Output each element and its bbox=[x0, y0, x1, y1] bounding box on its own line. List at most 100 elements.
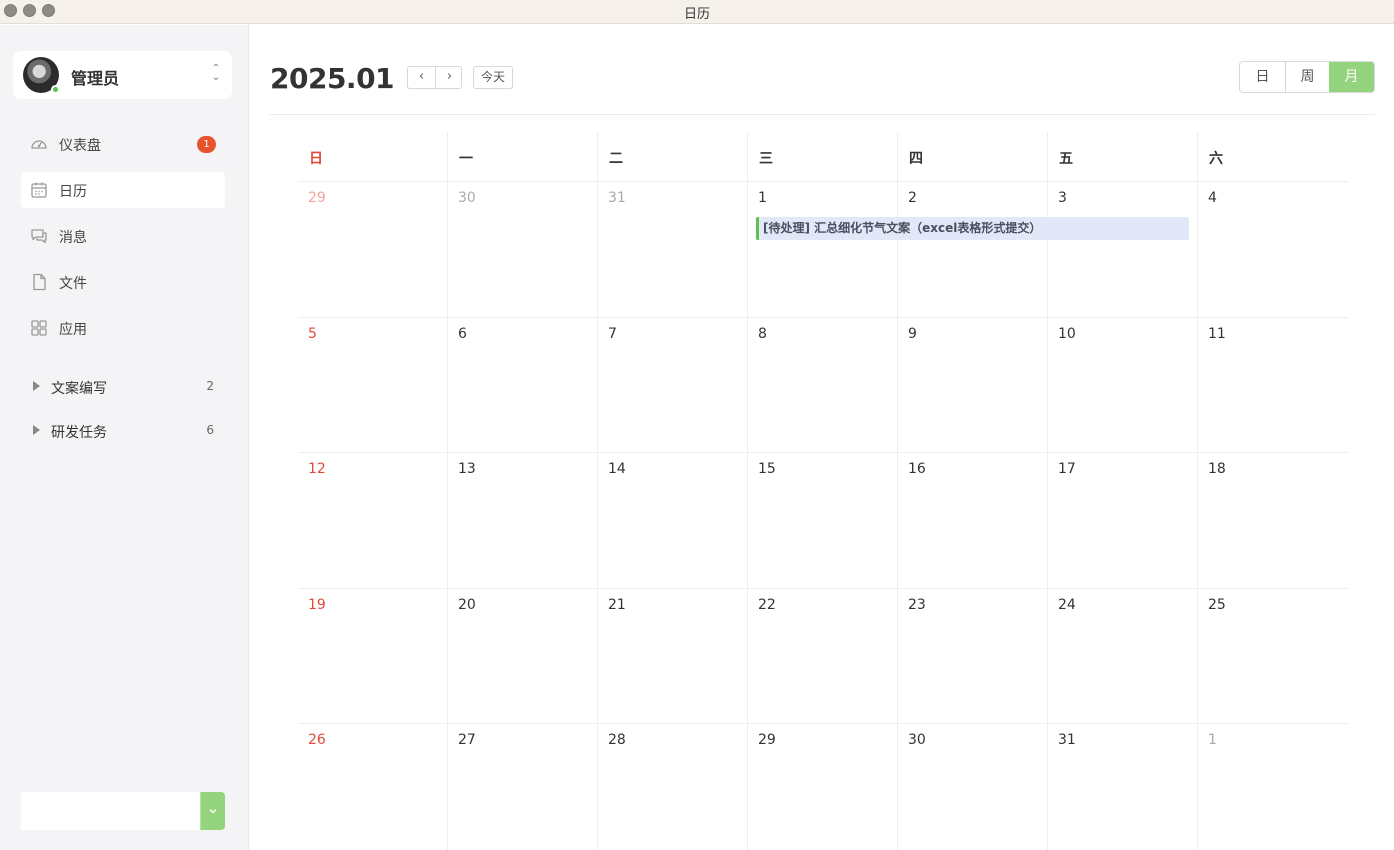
project-count: 6 bbox=[206, 423, 214, 437]
day-cell-number[interactable]: 24 bbox=[1058, 597, 1076, 613]
view-month-button[interactable]: 月 bbox=[1329, 62, 1374, 92]
day-cell-number[interactable]: 5 bbox=[308, 326, 317, 342]
title-bar: 日历 bbox=[0, 0, 1394, 24]
day-cell-number[interactable]: 26 bbox=[308, 732, 326, 748]
day-cell-number[interactable]: 28 bbox=[608, 732, 626, 748]
online-status-dot bbox=[51, 85, 60, 94]
weekday-header: 一 bbox=[459, 151, 473, 167]
chevron-down-icon bbox=[209, 809, 217, 814]
file-icon bbox=[33, 273, 46, 291]
chat-icon bbox=[31, 229, 47, 244]
sidebar-item-label: 文件 bbox=[59, 276, 87, 292]
grid-line bbox=[747, 132, 748, 850]
user-name: 管理员 bbox=[71, 69, 120, 88]
weekday-header: 四 bbox=[909, 151, 923, 167]
grid-line bbox=[298, 452, 1348, 453]
sidebar-item-messages[interactable]: 消息 bbox=[21, 218, 225, 254]
day-cell-number[interactable]: 30 bbox=[908, 732, 926, 748]
project-item[interactable]: 研发任务 6 bbox=[21, 415, 225, 447]
weekday-header: 五 bbox=[1059, 151, 1073, 167]
caret-right-icon[interactable] bbox=[33, 381, 40, 391]
calendar-main: 2025.01 ‹ › 今天 日 周 月 日 一 二 三 四 五 六 29 30 3… bbox=[250, 25, 1394, 850]
sidebar-item-label: 日历 bbox=[59, 184, 87, 200]
day-cell-number[interactable]: 29 bbox=[308, 190, 326, 206]
user-switcher[interactable]: 管理员 ⌃ ⌄ bbox=[13, 51, 232, 99]
view-week-button[interactable]: 周 bbox=[1285, 62, 1330, 92]
day-cell-number[interactable]: 17 bbox=[1058, 461, 1076, 477]
avatar bbox=[23, 57, 60, 94]
grid-line bbox=[1197, 132, 1198, 850]
day-cell-number[interactable]: 22 bbox=[758, 597, 776, 613]
view-switcher: 日 周 月 bbox=[1239, 61, 1375, 93]
day-cell-number[interactable]: 29 bbox=[758, 732, 776, 748]
day-cell-number[interactable]: 7 bbox=[608, 326, 617, 342]
sidebar: 管理员 ⌃ ⌄ 仪表盘 1 日历 消息 文件 应用 文案编写 2 研发任务 6 ＋… bbox=[0, 25, 249, 850]
day-cell-number[interactable]: 23 bbox=[908, 597, 926, 613]
day-cell-number[interactable]: 1 bbox=[758, 190, 767, 206]
day-cell-number[interactable]: 11 bbox=[1208, 326, 1226, 342]
sidebar-item-apps[interactable]: 应用 bbox=[21, 310, 225, 346]
grid-line bbox=[447, 132, 448, 850]
new-project-button[interactable]: ＋ 新建项目 bbox=[21, 792, 200, 830]
dashboard-icon bbox=[31, 140, 47, 149]
month-nav: ‹ › bbox=[407, 66, 462, 89]
day-cell-number[interactable]: 9 bbox=[908, 326, 917, 342]
project-item[interactable]: 文案编写 2 bbox=[21, 371, 225, 403]
month-grid: 日 一 二 三 四 五 六 29 30 31 1 2 3 4 5 6 7 8 9 10 11 12 13 14 1… bbox=[298, 132, 1348, 850]
apps-icon bbox=[31, 320, 47, 336]
day-cell-number[interactable]: 12 bbox=[308, 461, 326, 477]
project-label: 研发任务 bbox=[51, 425, 107, 441]
weekday-header: 二 bbox=[609, 151, 623, 167]
day-cell-number[interactable]: 15 bbox=[758, 461, 776, 477]
day-cell-number[interactable]: 31 bbox=[608, 190, 626, 206]
sidebar-item-calendar[interactable]: 日历 bbox=[21, 172, 225, 208]
day-cell-number[interactable]: 27 bbox=[458, 732, 476, 748]
project-label: 文案编写 bbox=[51, 381, 107, 397]
weekday-header: 六 bbox=[1209, 151, 1223, 167]
day-cell-number[interactable]: 19 bbox=[308, 597, 326, 613]
prev-month-button[interactable]: ‹ bbox=[408, 67, 435, 88]
day-cell-number[interactable]: 18 bbox=[1208, 461, 1226, 477]
day-cell-number[interactable]: 31 bbox=[1058, 732, 1076, 748]
day-cell-number[interactable]: 25 bbox=[1208, 597, 1226, 613]
sidebar-item-label: 消息 bbox=[59, 230, 87, 246]
new-project-dropdown-button[interactable] bbox=[201, 792, 225, 830]
weekday-header: 日 bbox=[309, 151, 323, 167]
weekday-header: 三 bbox=[759, 151, 773, 167]
next-month-button[interactable]: › bbox=[436, 67, 463, 88]
caret-right-icon[interactable] bbox=[33, 425, 40, 435]
grid-line bbox=[298, 181, 1348, 182]
day-cell-number[interactable]: 13 bbox=[458, 461, 476, 477]
day-cell-number[interactable]: 8 bbox=[758, 326, 767, 342]
header-divider bbox=[270, 114, 1375, 115]
day-cell-number[interactable]: 14 bbox=[608, 461, 626, 477]
notification-badge: 1 bbox=[197, 136, 216, 153]
day-cell-number[interactable]: 6 bbox=[458, 326, 467, 342]
calendar-event[interactable]: [待处理] 汇总细化节气文案（excel表格形式提交） bbox=[756, 217, 1189, 240]
sidebar-item-label: 仪表盘 bbox=[59, 138, 101, 154]
new-project-button-group: ＋ 新建项目 bbox=[21, 792, 225, 830]
day-cell-number[interactable]: 3 bbox=[1058, 190, 1067, 206]
today-button[interactable]: 今天 bbox=[473, 66, 513, 89]
day-cell-number[interactable]: 4 bbox=[1208, 190, 1217, 206]
day-cell-number[interactable]: 1 bbox=[1208, 732, 1217, 748]
day-cell-number[interactable]: 21 bbox=[608, 597, 626, 613]
grid-line bbox=[597, 132, 598, 850]
window-title: 日历 bbox=[683, 7, 710, 22]
project-count: 2 bbox=[206, 379, 214, 393]
day-cell-number[interactable]: 16 bbox=[908, 461, 926, 477]
day-cell-number[interactable]: 2 bbox=[908, 190, 917, 206]
sidebar-item-label: 应用 bbox=[59, 322, 87, 338]
day-cell-number[interactable]: 10 bbox=[1058, 326, 1076, 342]
view-day-button[interactable]: 日 bbox=[1240, 62, 1285, 92]
calendar-icon bbox=[31, 182, 47, 198]
grid-line bbox=[298, 587, 1348, 589]
grid-line bbox=[298, 723, 1348, 724]
page-title: 2025.01 bbox=[270, 62, 395, 95]
day-cell-number[interactable]: 20 bbox=[458, 597, 476, 613]
sidebar-item-dashboard[interactable]: 仪表盘 1 bbox=[21, 126, 225, 162]
day-cell-number[interactable]: 30 bbox=[458, 190, 476, 206]
chevron-up-down-icon: ⌃ ⌄ bbox=[211, 63, 221, 83]
sidebar-item-files[interactable]: 文件 bbox=[21, 264, 225, 300]
grid-line bbox=[298, 316, 1348, 318]
